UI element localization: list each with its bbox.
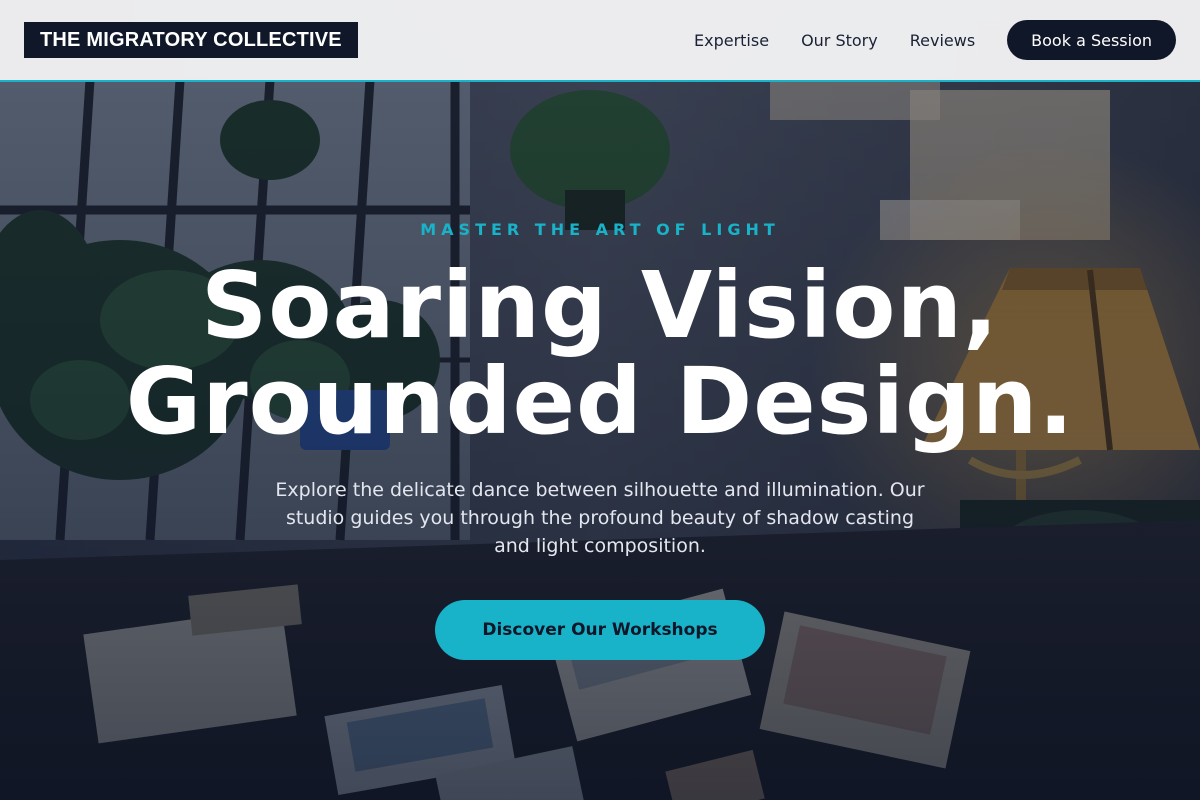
hero-headline: Soaring Vision, Grounded Design.	[0, 258, 1200, 450]
site-header: THE MIGRATORY COLLECTIVE Expertise Our S…	[0, 0, 1200, 82]
site-logo[interactable]: THE MIGRATORY COLLECTIVE	[24, 22, 358, 58]
hero-headline-line-1: Soaring Vision,	[201, 252, 999, 359]
hero-subcopy: Explore the delicate dance between silho…	[275, 479, 925, 557]
main-nav: Expertise Our Story Reviews Book a Sessi…	[694, 20, 1176, 60]
hero-headline-line-2: Grounded Design.	[125, 348, 1075, 455]
hero-content: MASTER THE ART OF LIGHT Soaring Vision, …	[0, 0, 1200, 800]
discover-workshops-button[interactable]: Discover Our Workshops	[435, 600, 765, 660]
nav-link-expertise[interactable]: Expertise	[694, 31, 769, 50]
hero-eyebrow: MASTER THE ART OF LIGHT	[420, 220, 780, 239]
book-session-button[interactable]: Book a Session	[1007, 20, 1176, 60]
nav-link-our-story[interactable]: Our Story	[801, 31, 878, 50]
nav-link-reviews[interactable]: Reviews	[910, 31, 975, 50]
